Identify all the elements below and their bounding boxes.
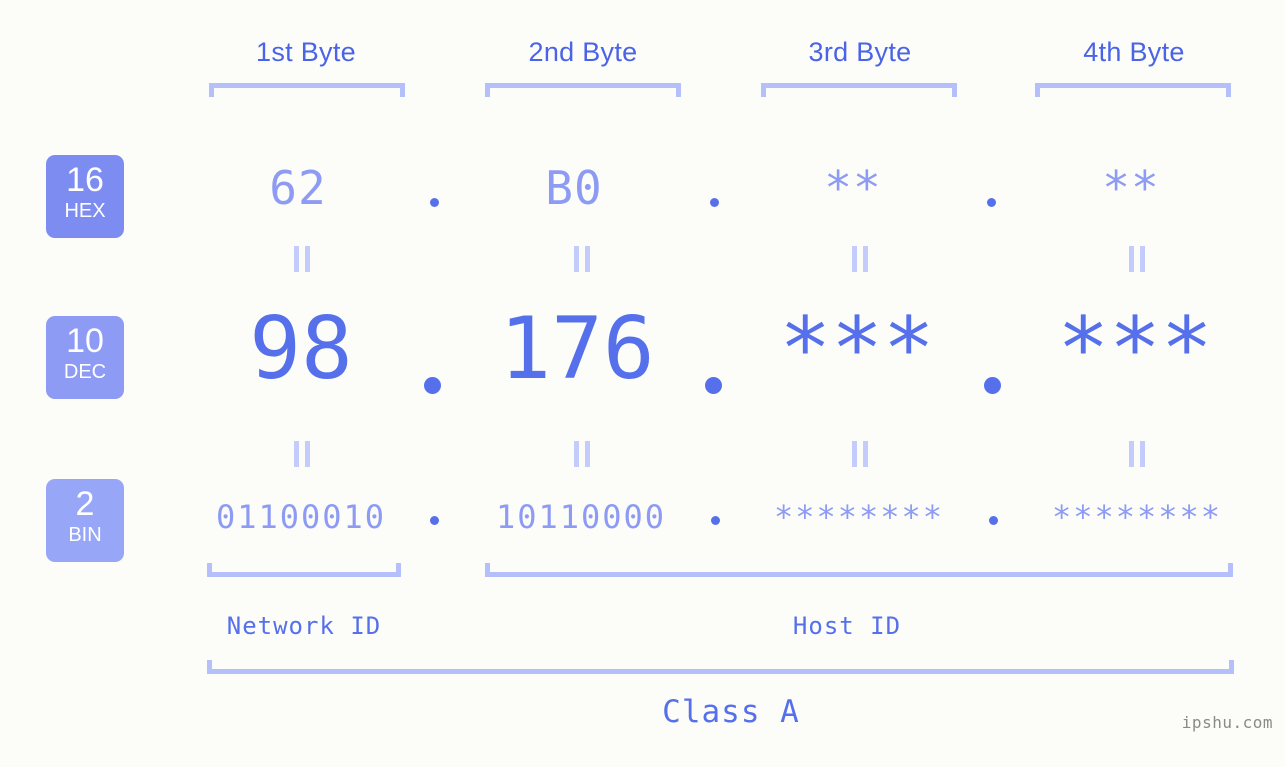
bin-separator-dot-1 [430, 516, 439, 525]
bin-byte-1: 01100010 [215, 498, 387, 536]
dec-separator-dot-2 [705, 377, 722, 394]
host-id-label: Host ID [792, 612, 902, 640]
base-badge-dec-name: DEC [63, 361, 107, 383]
base-badge-dec[interactable]: 10 DEC [46, 316, 124, 399]
base-badge-bin[interactable]: 2 BIN [46, 479, 124, 562]
dec-byte-3: *** [779, 299, 935, 399]
hex-separator-dot-1 [430, 198, 439, 207]
dec-separator-dot-1 [424, 377, 441, 394]
hex-byte-2: B0 [545, 161, 603, 215]
dec-byte-1: 98 [249, 299, 353, 399]
byte-header-1: 1st Byte [256, 37, 356, 67]
equals-mark-hex-dec-2 [572, 246, 592, 272]
byte-header-3: 3rd Byte [808, 37, 912, 67]
byte-bracket-top-4 [1035, 83, 1231, 97]
hex-byte-4: ** [1102, 161, 1160, 215]
equals-mark-dec-bin-1 [292, 441, 312, 467]
bin-byte-4: ******** [1051, 498, 1223, 536]
base-badge-hex[interactable]: 16 HEX [46, 155, 124, 238]
equals-mark-dec-bin-3 [850, 441, 870, 467]
byte-header-4: 4th Byte [1083, 37, 1185, 67]
site-watermark: ipshu.com [1181, 713, 1273, 732]
class-bracket [207, 660, 1234, 674]
byte-bracket-top-3 [761, 83, 957, 97]
dec-byte-2: 176 [499, 299, 655, 399]
byte-bracket-top-1 [209, 83, 405, 97]
hex-byte-1: 62 [269, 161, 327, 215]
hex-separator-dot-3 [987, 198, 996, 207]
hex-byte-3: ** [824, 161, 882, 215]
bin-byte-2: 10110000 [495, 498, 667, 536]
base-badge-hex-name: HEX [64, 200, 106, 222]
equals-mark-hex-dec-3 [850, 246, 870, 272]
equals-mark-dec-bin-2 [572, 441, 592, 467]
equals-mark-dec-bin-4 [1127, 441, 1147, 467]
base-badge-hex-number: 16 [66, 161, 104, 199]
equals-mark-hex-dec-1 [292, 246, 312, 272]
bin-separator-dot-3 [989, 516, 998, 525]
network-id-bracket [207, 563, 401, 577]
base-badge-bin-name: BIN [68, 524, 102, 546]
bin-separator-dot-2 [711, 516, 720, 525]
dec-separator-dot-3 [984, 377, 1001, 394]
bin-byte-3: ******** [773, 498, 945, 536]
dec-byte-4: *** [1057, 299, 1213, 399]
byte-bracket-top-2 [485, 83, 681, 97]
byte-header-2: 2nd Byte [528, 37, 638, 67]
equals-mark-hex-dec-4 [1127, 246, 1147, 272]
base-badge-dec-number: 10 [66, 322, 104, 360]
base-badge-bin-number: 2 [75, 485, 95, 523]
network-id-label: Network ID [226, 612, 382, 640]
class-label: Class A [662, 694, 800, 730]
host-id-bracket [485, 563, 1233, 577]
ip-byte-diagram: 1st Byte 2nd Byte 3rd Byte 4th Byte 16 H… [0, 0, 1285, 767]
hex-separator-dot-2 [710, 198, 719, 207]
